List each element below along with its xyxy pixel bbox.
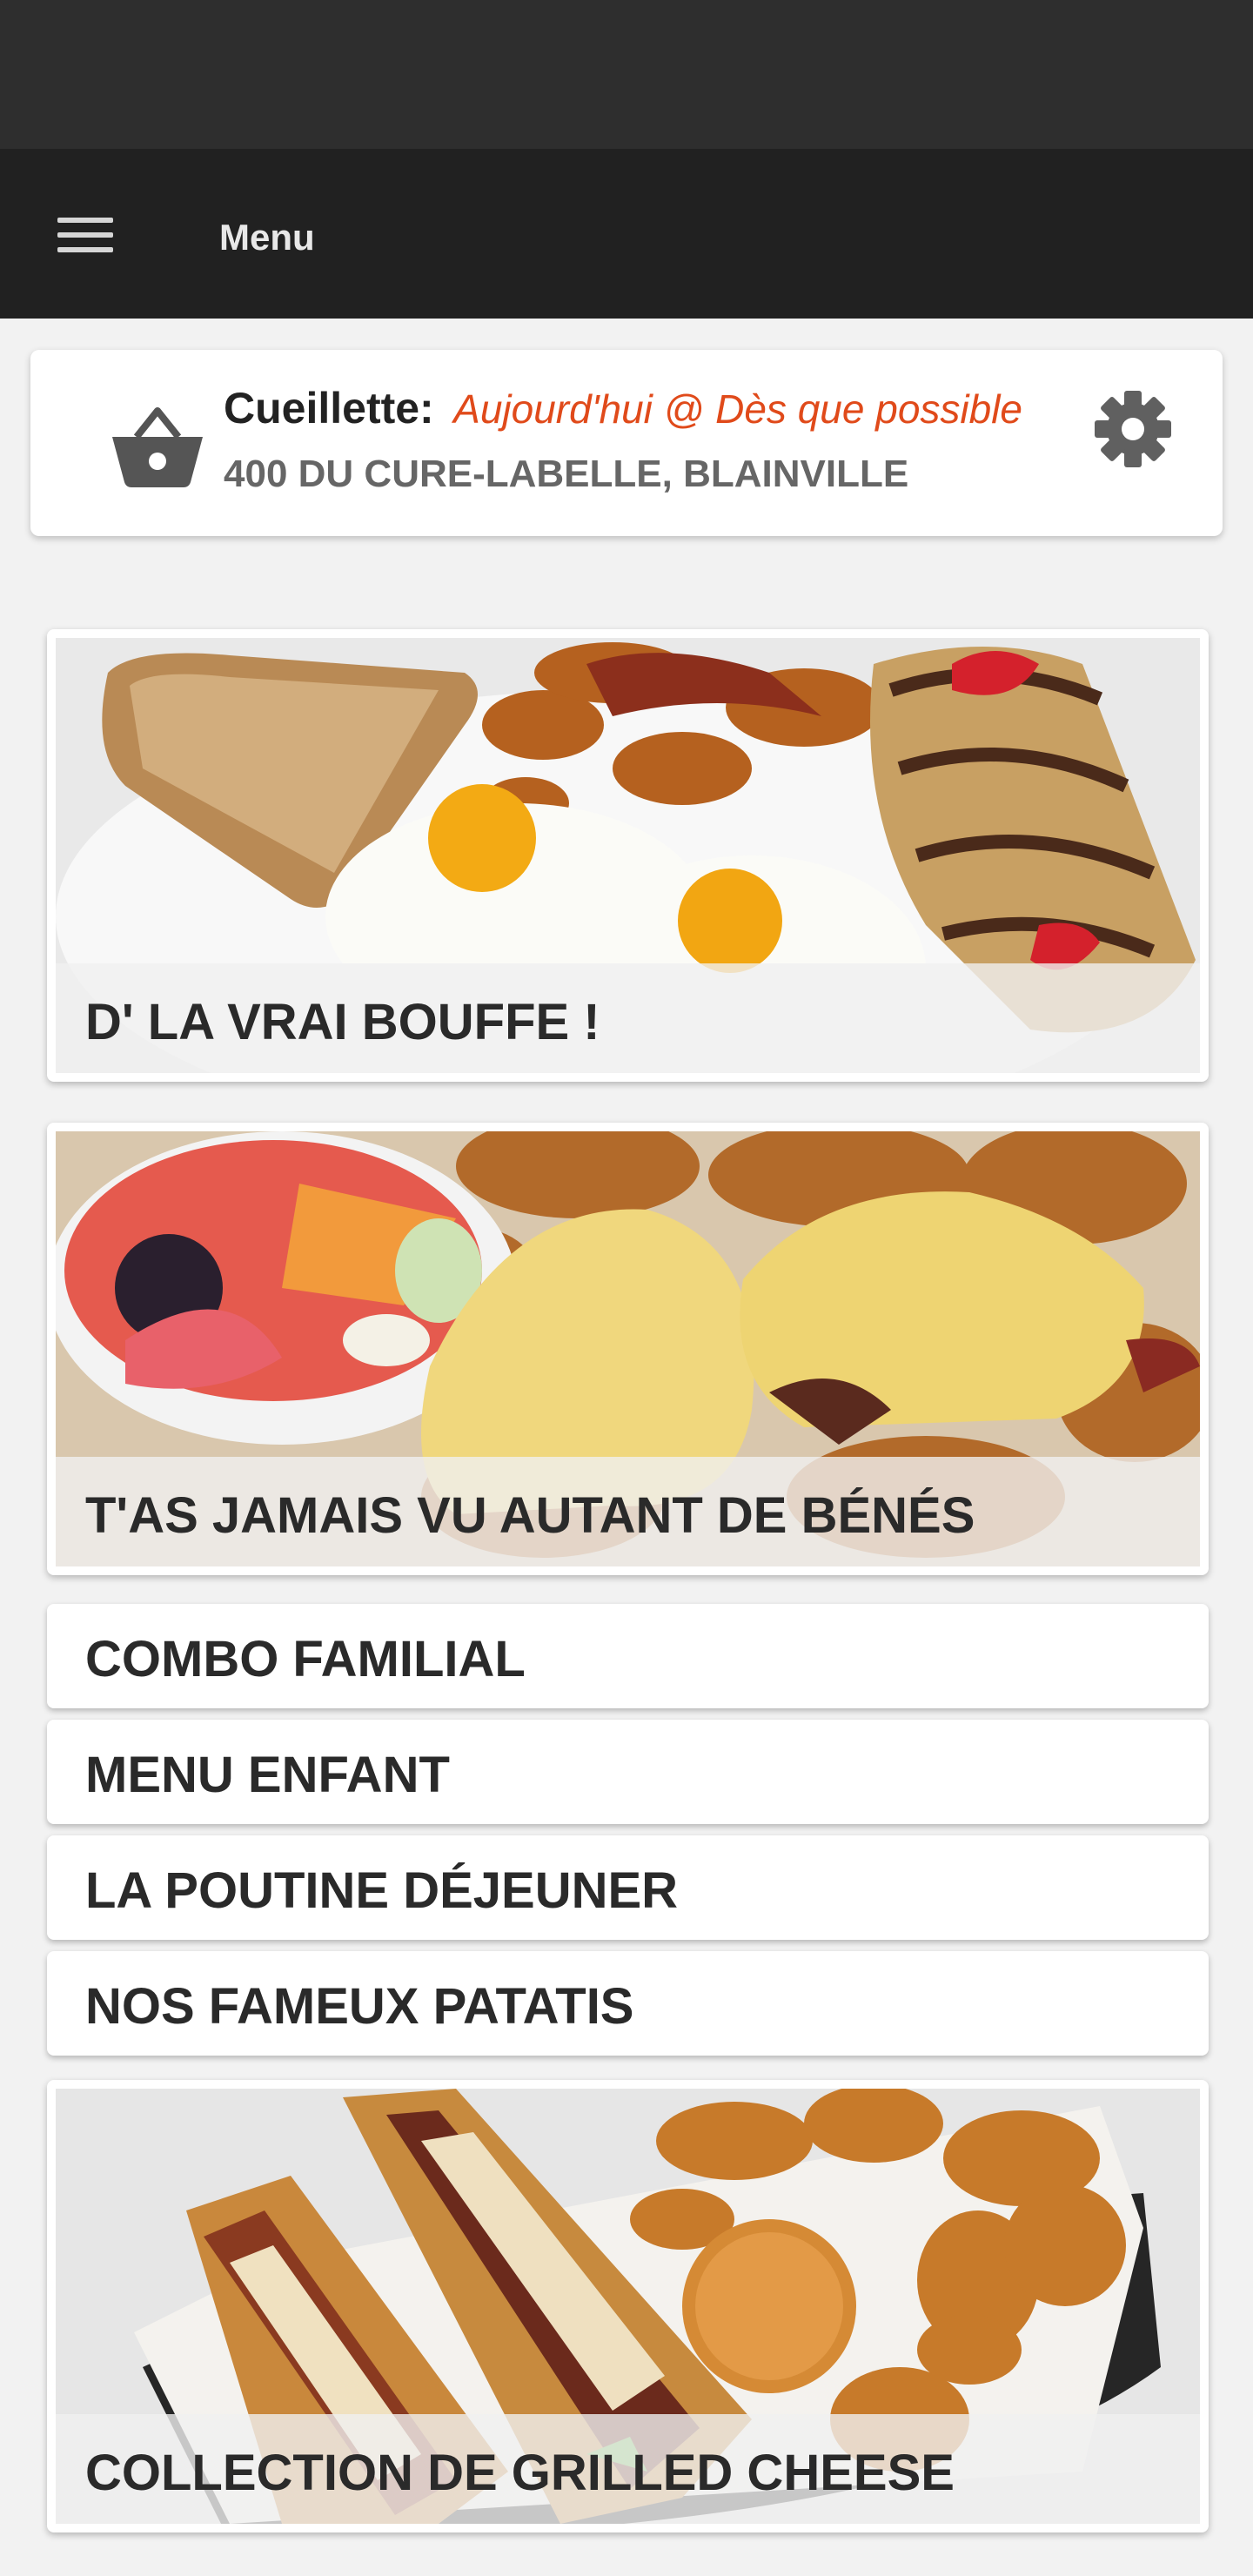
app-bar: Menu — [0, 149, 1253, 319]
category-label: NOS FAMEUX PATATIS — [85, 1978, 634, 2035]
category-caption: T'AS JAMAIS VU AUTANT DE BÉNÉS — [56, 1457, 1200, 1566]
category-caption: D' LA VRAI BOUFFE ! — [56, 963, 1200, 1073]
pickup-time[interactable]: Aujourd'hui @ Dès que possible — [453, 386, 1022, 432]
category-card-benes[interactable]: T'AS JAMAIS VU AUTANT DE BÉNÉS — [47, 1123, 1209, 1575]
pickup-address: 400 DU CURE-LABELLE, BLAINVILLE — [224, 453, 909, 495]
category-card-poutine-dejeuner[interactable]: LA POUTINE DÉJEUNER — [47, 1835, 1209, 1940]
category-card-combo-familial[interactable]: COMBO FAMILIAL — [47, 1604, 1209, 1708]
status-bar — [0, 0, 1253, 149]
category-label: MENU ENFANT — [85, 1747, 450, 1803]
pickup-line: Cueillette: Aujourd'hui @ Dès que possib… — [224, 383, 1022, 433]
category-card-grilled-cheese[interactable]: COLLECTION DE GRILLED CHEESE — [47, 2080, 1209, 2532]
category-card-vrai-bouffe[interactable]: D' LA VRAI BOUFFE ! — [47, 629, 1209, 1082]
category-label: COMBO FAMILIAL — [85, 1631, 526, 1687]
shopping-basket-icon — [112, 407, 203, 487]
gear-icon[interactable] — [1085, 381, 1181, 477]
category-label: T'AS JAMAIS VU AUTANT DE BÉNÉS — [85, 1487, 975, 1544]
page-title: Menu — [219, 217, 315, 258]
category-caption: COLLECTION DE GRILLED CHEESE — [56, 2414, 1200, 2524]
category-label: D' LA VRAI BOUFFE ! — [85, 994, 600, 1050]
category-card-fameux-patatis[interactable]: NOS FAMEUX PATATIS — [47, 1951, 1209, 2056]
hamburger-menu-icon[interactable] — [57, 218, 113, 252]
category-label: LA POUTINE DÉJEUNER — [85, 1862, 679, 1919]
pickup-info-card[interactable]: Cueillette: Aujourd'hui @ Dès que possib… — [30, 350, 1223, 536]
category-card-menu-enfant[interactable]: MENU ENFANT — [47, 1720, 1209, 1824]
category-label: COLLECTION DE GRILLED CHEESE — [85, 2445, 955, 2501]
pickup-label: Cueillette: — [224, 384, 434, 433]
